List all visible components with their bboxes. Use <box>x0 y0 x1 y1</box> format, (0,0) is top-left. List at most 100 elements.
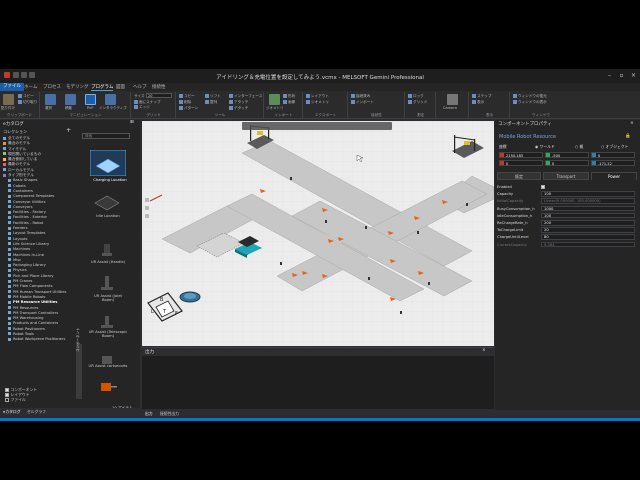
nav-cube-face-l[interactable]: L <box>151 309 154 315</box>
tab-transport[interactable]: Transport <box>543 172 589 180</box>
nav-cube-face-b[interactable]: B <box>160 297 164 303</box>
coord-z-field[interactable]: 0 <box>591 152 635 158</box>
tab-power[interactable]: Power <box>591 172 637 180</box>
tab-connectivity-output[interactable]: 接続性出力 <box>160 411 179 417</box>
move-icon[interactable] <box>65 94 76 105</box>
charging-location-thumb[interactable] <box>90 150 126 176</box>
ur-assist-telescopic-thumb[interactable] <box>92 310 122 332</box>
property-row: BusyConsumption_h 1000 <box>497 205 637 212</box>
nav-cube-face-f[interactable]: F <box>175 311 178 317</box>
export-layout-button[interactable]: レイアウト <box>306 94 329 99</box>
viewport-toolbar[interactable] <box>242 122 392 130</box>
property-value[interactable]: 100 <box>541 212 635 219</box>
tab-modeling[interactable]: モデリング <box>66 84 89 90</box>
copy-button[interactable]: コピー <box>18 94 34 99</box>
gallery-item-label: UR Assist (Handle) <box>90 260 126 264</box>
import-geometry-icon[interactable] <box>269 94 280 105</box>
tool-align-button[interactable]: 整列 <box>205 100 217 105</box>
paste-icon[interactable] <box>3 94 14 105</box>
tab-program[interactable]: プログラム <box>91 84 114 91</box>
ur-assist-handle-thumb[interactable] <box>92 238 122 260</box>
measure-grid-button[interactable]: グリッド <box>408 100 427 105</box>
tool-delete-button[interactable]: 削除 <box>179 100 191 105</box>
collection-icon <box>3 147 6 151</box>
import-image-button[interactable]: 画像 <box>283 100 295 105</box>
tool-detach-button[interactable]: デタッチ <box>229 106 248 111</box>
coord-ry-field[interactable]: 0 <box>545 160 589 166</box>
lock-icon[interactable]: 🔒 <box>625 134 631 139</box>
coord-world-radio[interactable]: ◉ ワールド <box>535 144 555 150</box>
collection-label: Pick and Place Library <box>13 273 54 278</box>
export-geometry-button[interactable]: ジオメトリ <box>306 100 329 105</box>
tab-ecatalog[interactable]: eカタログ <box>3 409 21 415</box>
show-step-button[interactable]: ステップ <box>472 94 491 99</box>
restore-window-button[interactable]: ウィンドウの復元 <box>513 94 547 99</box>
tab-home[interactable]: ホーム <box>24 84 37 90</box>
property-value[interactable]: 200 <box>541 220 635 226</box>
pnp-icon[interactable] <box>85 94 96 105</box>
property-row: ToChargeLimit 20 <box>497 227 637 233</box>
minimize-icon[interactable]: – <box>605 72 614 80</box>
grid-size-input[interactable]: 20 <box>146 93 172 98</box>
window-title: アイドリング＆充電位置を設定してみよう.vcmx - MELSOFT Gemin… <box>216 75 424 81</box>
connected-button[interactable]: 接続済み <box>351 94 370 99</box>
pin-icon[interactable]: ⊞ <box>130 120 134 125</box>
snap-edge-toggle[interactable]: エッジ <box>134 105 150 110</box>
tab-help[interactable]: ヘルプ <box>133 84 147 90</box>
viewport-toolstrip[interactable] <box>145 198 149 218</box>
measure-lock-button[interactable]: ロック <box>408 94 424 99</box>
coord-rz-field[interactable]: -171.22 <box>591 160 635 166</box>
import-shape-button[interactable]: 形状 <box>283 94 295 99</box>
folder-icon <box>8 184 11 188</box>
close-icon[interactable]: × <box>629 72 638 80</box>
3d-viewport[interactable]: B L T F <box>142 121 494 346</box>
connectivity-import-button[interactable]: インポート <box>351 100 374 105</box>
show-display-button[interactable]: 表示 <box>472 100 484 105</box>
ur-assist-jolet-thumb[interactable] <box>92 272 122 294</box>
property-value[interactable]: 20 <box>541 227 635 233</box>
interactive-icon[interactable] <box>105 94 116 105</box>
tool-pattern-button[interactable]: パターン <box>179 106 198 111</box>
cut-button[interactable]: 切り取り <box>18 100 37 105</box>
tab-output[interactable]: 出力 <box>145 411 153 417</box>
collection-label: Life Science Library <box>13 241 50 246</box>
tab-process[interactable]: プロセス <box>43 84 61 90</box>
enabled-checkbox[interactable] <box>541 185 545 189</box>
filter-files[interactable]: ファイル <box>5 397 37 402</box>
property-value[interactable]: 100 <box>541 191 635 197</box>
properties-close-icon[interactable]: × <box>630 121 634 126</box>
component-vertical-tab[interactable]: コンポーネント <box>76 328 82 399</box>
idle-location-thumb[interactable] <box>92 190 122 212</box>
output-close-icon[interactable]: × <box>482 348 486 353</box>
add-collection-icon[interactable]: + <box>66 127 71 134</box>
catalog-search-input[interactable]: 検索 <box>82 133 130 139</box>
tool-attach-button[interactable]: アタッチ <box>229 100 248 105</box>
coord-object-radio[interactable]: ○ オブジェクト <box>601 144 628 150</box>
tool-lift-button[interactable]: リフト <box>205 94 221 99</box>
coord-parent-radio[interactable]: ○ 親 <box>575 144 583 150</box>
tab-connectivity[interactable]: 接続性 <box>152 84 166 90</box>
tab-file[interactable]: ファイル <box>0 83 24 91</box>
tool-interface-button[interactable]: インターフェース <box>229 94 262 99</box>
group-show: ステップ 表示 表示 <box>470 92 510 118</box>
coord-rx-field[interactable]: 0 <box>499 160 543 166</box>
maximize-icon[interactable]: ▫ <box>617 72 626 80</box>
filter-label: ファイル <box>10 397 26 402</box>
property-value[interactable]: 80 <box>541 234 635 240</box>
show-window-button[interactable]: ウィンドウの表示 <box>513 100 547 105</box>
property-value[interactable]: 1000 <box>541 205 635 212</box>
tab-cell-graph[interactable]: セルグラフ <box>27 409 46 415</box>
coord-x-field[interactable]: 2150.185 <box>499 152 543 158</box>
component-name[interactable]: Mobile Robot Resource <box>499 134 556 140</box>
tool-copy-button[interactable]: コピー <box>179 94 195 99</box>
tab-default[interactable]: 既定 <box>497 172 541 180</box>
camera-icon[interactable] <box>447 94 458 105</box>
3d-scene[interactable]: B L T F <box>142 121 494 346</box>
collection-label: Misc <box>13 257 22 262</box>
coord-y-field[interactable]: -500 <box>545 152 589 158</box>
collection-item[interactable]: Robot Workpiece Positioners <box>3 337 78 342</box>
tab-drawing[interactable]: 図面 <box>116 84 125 90</box>
checkbox-icon[interactable] <box>5 398 9 402</box>
forklift-thumb[interactable] <box>92 380 122 394</box>
select-icon[interactable] <box>45 94 56 105</box>
